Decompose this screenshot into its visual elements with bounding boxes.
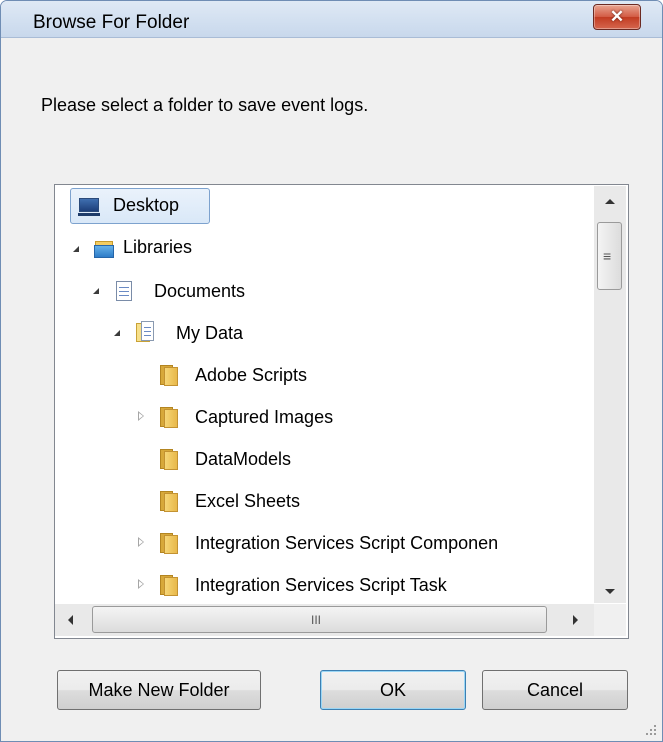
documents-icon [113,280,135,302]
tree-item-datamodels[interactable]: DataModels [195,449,291,470]
collapsed-arrow-icon[interactable] [138,411,144,421]
tree-item-integration-services-script-component[interactable]: Integration Services Script Componen [195,533,593,554]
window-title: Browse For Folder [33,12,190,33]
collapsed-arrow-icon[interactable] [138,537,144,547]
expand-arrow-libraries-icon[interactable] [73,246,79,252]
vertical-grip-icon: ≡ [603,248,612,264]
close-icon: ✕ [609,7,625,26]
cancel-button[interactable]: Cancel [482,670,628,710]
tree-item-excel-sheets[interactable]: Excel Sheets [195,491,300,512]
tree-item-integration-services-script-task[interactable]: Integration Services Script Task [195,575,447,596]
scroll-left-arrow-icon[interactable] [68,615,73,625]
tree-item-adobe-scripts[interactable]: Adobe Scripts [195,365,307,386]
tree-item-desktop[interactable]: Desktop [113,195,179,216]
scroll-up-arrow-icon[interactable] [605,199,615,204]
scroll-down-arrow-icon[interactable] [605,589,615,594]
folder-icon [158,490,180,512]
folder-icon [158,364,180,386]
folder-icon [158,448,180,470]
tree-item-my-data[interactable]: My Data [176,323,243,344]
collapsed-arrow-icon[interactable] [138,579,144,589]
mydata-folder-icon [134,321,156,343]
dialog-prompt: Please select a folder to save event log… [41,95,369,115]
make-new-folder-button[interactable]: Make New Folder [57,670,261,710]
scroll-right-arrow-icon[interactable] [573,615,578,625]
folder-icon [158,532,180,554]
tree-item-captured-images[interactable]: Captured Images [195,407,333,428]
ok-button[interactable]: OK [320,670,466,710]
close-button[interactable]: ✕ [593,4,641,30]
folder-icon [158,574,180,596]
horizontal-grip-icon: III [311,613,322,627]
expand-arrow-documents-icon[interactable] [93,288,99,294]
tree-item-documents[interactable]: Documents [154,281,245,302]
desktop-icon [78,196,100,218]
folder-icon [158,406,180,428]
scrollbar-corner [594,604,626,636]
libraries-icon [93,238,115,260]
tree-item-libraries[interactable]: Libraries [123,237,192,258]
resize-grip-icon[interactable] [642,721,658,737]
browse-for-folder-dialog: Browse For Folder ✕ Please select a fold… [0,0,663,742]
expand-arrow-my-data-icon[interactable] [114,330,120,336]
